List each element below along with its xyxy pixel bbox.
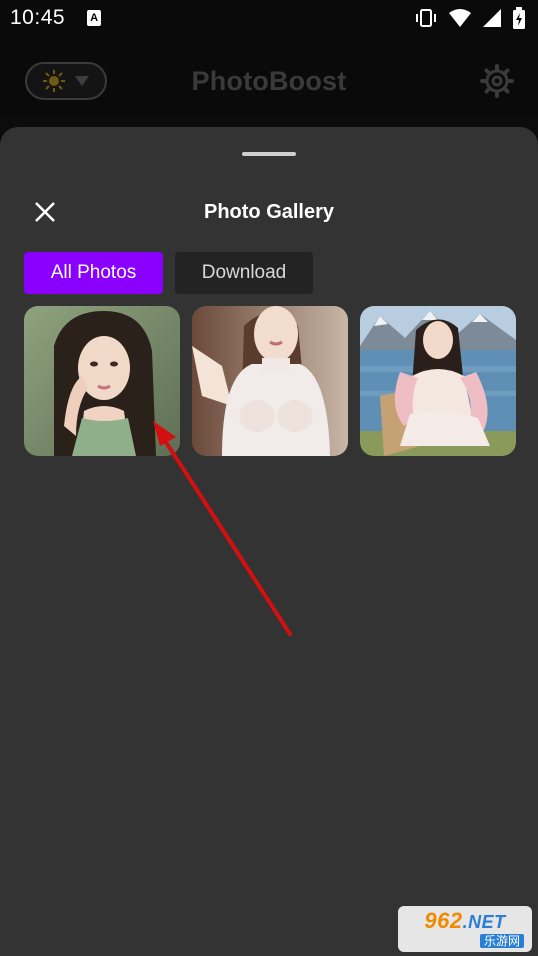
tab-all-photos[interactable]: All Photos — [24, 252, 163, 294]
app-header: PhotoBoost — [0, 44, 538, 118]
status-left: 10:45 A — [10, 6, 102, 30]
tab-download[interactable]: Download — [175, 252, 313, 294]
gear-icon[interactable] — [480, 64, 514, 98]
wifi-icon — [449, 9, 471, 27]
watermark-suffix: .NET — [462, 912, 506, 932]
site-watermark: 962.NET 乐游网 — [398, 906, 532, 952]
gallery-tabs: All Photos Download — [24, 252, 313, 294]
watermark-main: 962.NET — [424, 910, 505, 932]
photo-thumbnail-1[interactable] — [24, 306, 180, 456]
watermark-number: 962 — [424, 908, 463, 933]
photo-thumbnail-3[interactable] — [360, 306, 516, 456]
photo-thumbnail-2[interactable] — [192, 306, 348, 456]
photo-grid — [24, 306, 516, 456]
sheet-title: Photo Gallery — [203, 201, 335, 223]
triangle-down-icon — [75, 76, 89, 86]
status-time: 10:45 — [10, 6, 66, 29]
status-bar: 10:45 A — [0, 0, 538, 36]
screen: 10:45 A PhotoBoost Photo Gallery All Pho… — [0, 0, 538, 956]
notification-a-icon: A — [87, 10, 102, 26]
sun-icon — [43, 70, 65, 92]
mode-selector[interactable] — [25, 62, 107, 100]
battery-charging-icon — [513, 7, 525, 29]
watermark-sub: 乐游网 — [479, 934, 524, 948]
status-right — [414, 7, 526, 29]
drag-handle[interactable] — [242, 152, 296, 156]
signal-icon — [483, 9, 501, 27]
app-title: PhotoBoost — [191, 65, 347, 96]
photo-gallery-sheet: Photo Gallery All Photos Download — [0, 127, 538, 956]
vibrate-icon — [416, 9, 436, 27]
